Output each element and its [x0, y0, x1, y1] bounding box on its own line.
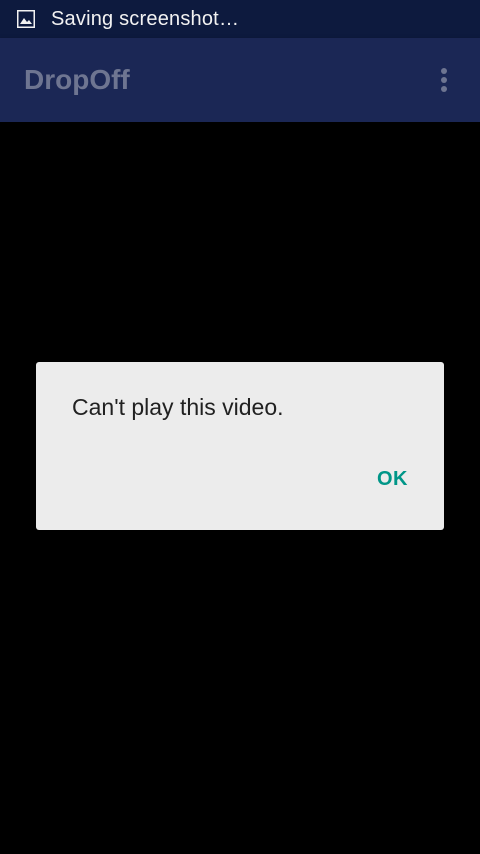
overflow-dot — [441, 77, 447, 83]
more-vert-icon[interactable] — [432, 66, 456, 94]
error-dialog: Can't play this video. OK — [36, 362, 444, 530]
dialog-message: Can't play this video. — [72, 394, 284, 420]
status-notification-text: Saving screenshot… — [51, 7, 240, 30]
overflow-dot — [441, 68, 447, 74]
screen: Saving screenshot… DropOff Can't play th… — [0, 0, 480, 854]
image-icon — [17, 10, 35, 28]
ok-button[interactable]: OK — [377, 468, 408, 491]
app-bar: DropOff — [0, 38, 480, 122]
status-bar: Saving screenshot… — [0, 0, 480, 38]
overflow-dot — [441, 86, 447, 92]
app-title: DropOff — [24, 64, 130, 95]
